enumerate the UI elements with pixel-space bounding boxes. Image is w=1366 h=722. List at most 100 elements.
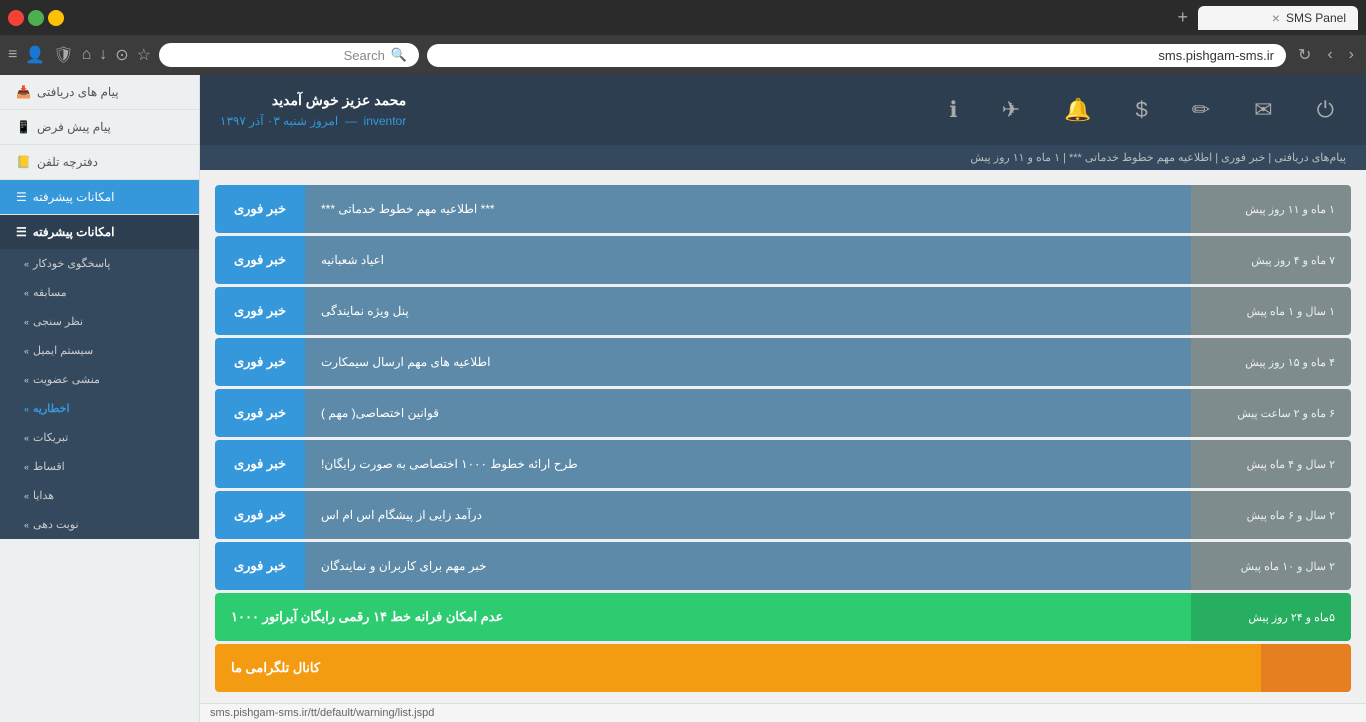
msg-content: *** اطلاعیه مهم خطوط خدماتی *** — [305, 185, 1191, 233]
sidebar-sub-2[interactable]: نظر سنجی» — [0, 307, 199, 336]
sub-label: مسابقه — [33, 286, 67, 299]
window-controls — [8, 10, 64, 26]
download-icon[interactable]: ↓ — [99, 46, 107, 64]
reload-button[interactable]: ↻ — [1294, 41, 1315, 69]
search-placeholder: Search — [344, 48, 385, 63]
forward-button[interactable]: › — [1323, 42, 1336, 68]
table-row[interactable]: ۱ ماه و ۱۱ روز پیش *** اطلاعیه مهم خطوط … — [215, 185, 1351, 233]
sub-label: تبریکات — [33, 431, 68, 444]
sidebar-item-icon: 📒 — [16, 155, 31, 169]
home-icon[interactable]: ⌂ — [82, 46, 92, 64]
sidebar-sub-7[interactable]: اقساط» — [0, 452, 199, 481]
msg-type: خبر فوری — [215, 287, 305, 335]
sidebar-item-label: امکانات پیشرفته — [33, 190, 115, 204]
msg-content: طرح ارائه خطوط ۱۰۰۰ اختصاصی به صورت رایگ… — [305, 440, 1191, 488]
sidebar-sub-5[interactable]: اخطاریه » — [0, 394, 199, 423]
address-bar: ‹ › ↻ sms.pishgam-sms.ir 🔍 Search ☆ ⊙ ↓ … — [0, 35, 1366, 75]
sidebar-item-icon: ☰ — [16, 190, 27, 204]
sidebar-item-0[interactable]: پیام های دریافتی📥 — [0, 75, 199, 110]
back-button[interactable]: ‹ — [1345, 42, 1358, 68]
sidebar-item-label: دفترچه تلفن — [37, 155, 98, 169]
tab-title: SMS Panel — [1286, 11, 1346, 25]
sidebar-sub-8[interactable]: هدایا » — [0, 481, 199, 510]
sidebar-sub-9[interactable]: نوبت دهی » — [0, 510, 199, 539]
sidebar-item-2[interactable]: دفترچه تلفن 📒 — [0, 145, 199, 180]
sidebar-item-1[interactable]: پیام پیش فرض 📱 — [0, 110, 199, 145]
msg-type: خبر فوری — [215, 542, 305, 590]
browser-tab-active[interactable]: SMS Panel × — [1198, 6, 1358, 30]
bell-icon[interactable]: 🔔 — [1052, 89, 1103, 131]
profile-icon[interactable]: 👤 — [25, 45, 45, 65]
main-content: ⏻ ✉ ✏ $ 🔔 ✈ ℹ محمد عزیز خوش آمدید invent… — [200, 75, 1366, 722]
chevron-icon: » — [24, 259, 29, 269]
bookmark-icon[interactable]: ☆ — [137, 45, 151, 65]
chevron-icon: » — [24, 346, 29, 356]
minimize-button[interactable] — [48, 10, 64, 26]
table-row[interactable]: ۵ماه و ۲۴ روز پیش عدم امکان فرانه خط ۱۴ … — [215, 593, 1351, 641]
browser-chrome: SMS Panel × + — [0, 0, 1366, 35]
msg-content: پنل ویژه نمایندگی — [305, 287, 1191, 335]
user-name: محمد عزیز خوش آمدید — [220, 89, 406, 111]
sidebar: پیام های دریافتی📥 پیام پیش فرض 📱 دفترچه تلف… — [0, 75, 200, 722]
table-row[interactable]: ۴ ماه و ۱۵ روز پیش اطلاعیه های مهم ارسال… — [215, 338, 1351, 386]
sidebar-sub-1[interactable]: مسابقه» — [0, 278, 199, 307]
search-box[interactable]: 🔍 Search — [159, 43, 419, 67]
sidebar-item-label: پیام پیش فرض — [37, 120, 111, 134]
sub-label: سیستم ایمیل — [33, 344, 93, 357]
menu-icon[interactable]: ≡ — [8, 46, 17, 64]
msg-date: ۴ ماه و ۱۵ روز پیش — [1191, 338, 1351, 386]
msg-date: ۲ سال و ۱۰ ماه پیش — [1191, 542, 1351, 590]
info-icon[interactable]: ℹ — [937, 89, 969, 131]
table-row[interactable]: ۲ سال و ۴ ماه پیش طرح ارائه خطوط ۱۰۰۰ اخ… — [215, 440, 1351, 488]
chevron-icon: » — [24, 520, 29, 530]
sidebar-sub-0[interactable]: پاسخگوی خودکار » — [0, 249, 199, 278]
sidebar-sub-4[interactable]: منشی عضویت» — [0, 365, 199, 394]
msg-date: ۶ ماه و ۲ ساعت پیش — [1191, 389, 1351, 437]
close-button[interactable] — [8, 10, 24, 26]
power-icon[interactable]: ⏻ — [1305, 89, 1346, 131]
toolbar-icons: ☆ ⊙ ↓ ⌂ 🛡 👤 ≡ — [8, 45, 151, 65]
sidebar-item-3[interactable]: امکانات پیشرفته ☰ — [0, 180, 199, 215]
sidebar-sub-3[interactable]: سیستم ایمیل » — [0, 336, 199, 365]
msg-type — [1261, 644, 1351, 692]
tab-close-button[interactable]: × — [1272, 10, 1280, 26]
sub-label: پاسخگوی خودکار — [33, 257, 110, 270]
msg-type: خبر فوری — [215, 185, 305, 233]
sidebar-sub-6[interactable]: تبریکات» — [0, 423, 199, 452]
sidebar-item-icon: 📥 — [16, 85, 31, 99]
info-bar: پیام‌های دریافتی | خبر فوری | اطلاعیه مه… — [200, 145, 1366, 170]
sub-label: هدایا — [33, 489, 54, 502]
shield-icon[interactable]: 🛡 — [53, 45, 73, 65]
table-row[interactable]: ۶ ماه و ۲ ساعت پیش قوانین اختصاصی( مهم )… — [215, 389, 1351, 437]
pencil-icon[interactable]: ✏ — [1180, 89, 1222, 131]
maximize-button[interactable] — [28, 10, 44, 26]
status-bar: sms.pishgam-sms.ir/tt/default/warning/li… — [200, 703, 1366, 722]
msg-content: درآمد زایی از پیشگام اس ام اس — [305, 491, 1191, 539]
search-icon: 🔍 — [391, 47, 407, 63]
msg-date: ۱ ماه و ۱۱ روز پیش — [1191, 185, 1351, 233]
msg-content: اعیاد شعبانیه — [305, 236, 1191, 284]
msg-type: خبر فوری — [215, 338, 305, 386]
table-row[interactable]: ۲ سال و ۶ ماه پیش درآمد زایی از پیشگام ا… — [215, 491, 1351, 539]
chevron-icon: » — [24, 491, 29, 501]
table-row[interactable]: ۷ ماه و ۴ روز پیش اعیاد شعبانیه خبر فوری — [215, 236, 1351, 284]
msg-content: قوانین اختصاصی( مهم ) — [305, 389, 1191, 437]
table-row[interactable]: کانال تلگرامی ما — [215, 644, 1351, 692]
table-row[interactable]: ۲ سال و ۱۰ ماه پیش خبر مهم برای کاربران … — [215, 542, 1351, 590]
message-list: ۱ ماه و ۱۱ روز پیش *** اطلاعیه مهم خطوط … — [215, 185, 1351, 692]
chevron-icon: » — [24, 317, 29, 327]
history-icon[interactable]: ⊙ — [115, 45, 128, 65]
url-input[interactable]: sms.pishgam-sms.ir — [427, 44, 1286, 67]
msg-date: ۲ سال و ۶ ماه پیش — [1191, 491, 1351, 539]
chevron-icon: » — [24, 404, 29, 414]
new-tab-button[interactable]: + — [1173, 7, 1192, 28]
dollar-icon[interactable]: $ — [1123, 89, 1159, 131]
user-date: inventor — امروز شنبه ۰۳ آذر ۱۳۹۷ — [220, 112, 406, 131]
table-row[interactable]: ۱ سال و ۱ ماه پیش پنل ویژه نمایندگی خبر … — [215, 287, 1351, 335]
sidebar-item-icon: 📱 — [16, 120, 31, 134]
messages-icon[interactable]: ✉ — [1242, 89, 1284, 131]
send-icon[interactable]: ✈ — [990, 89, 1032, 131]
sub-label: نوبت دهی — [33, 518, 79, 531]
sub-label: اخطاریه — [33, 402, 70, 415]
msg-date: ۱ سال و ۱ ماه پیش — [1191, 287, 1351, 335]
